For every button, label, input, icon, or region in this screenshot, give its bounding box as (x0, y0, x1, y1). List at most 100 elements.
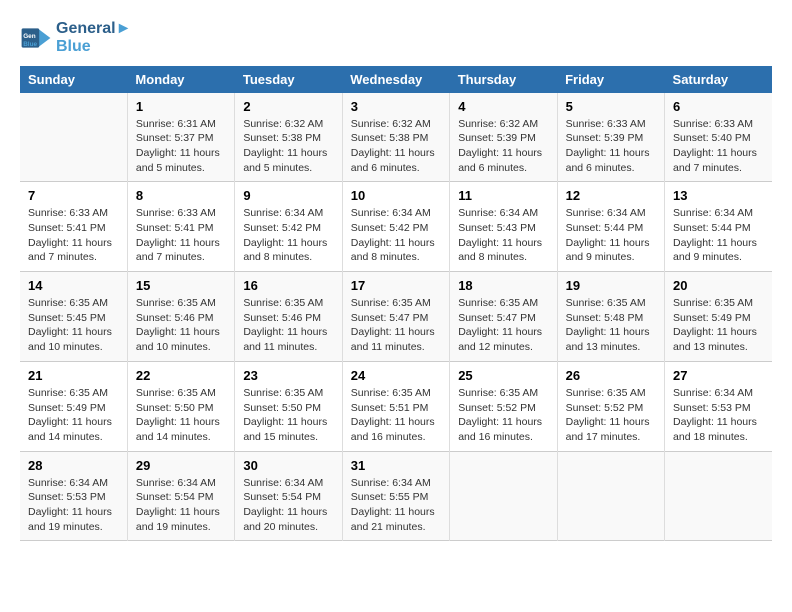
day-info: Sunrise: 6:33 AM Sunset: 5:41 PM Dayligh… (136, 206, 226, 265)
calendar-cell (450, 451, 557, 541)
day-number: 18 (458, 278, 548, 293)
day-number: 16 (243, 278, 333, 293)
week-row-2: 7 Sunrise: 6:33 AM Sunset: 5:41 PM Daylig… (20, 182, 772, 272)
logo-icon: Gen Blue (20, 22, 52, 54)
calendar-cell: 13 Sunrise: 6:34 AM Sunset: 5:44 PM Dayli… (665, 182, 772, 272)
calendar-cell: 12 Sunrise: 6:34 AM Sunset: 5:44 PM Dayli… (557, 182, 664, 272)
day-number: 10 (351, 188, 441, 203)
calendar-cell: 24Sunrise: 6:35 AM Sunset: 5:51 PM Dayli… (342, 361, 449, 451)
day-number: 14 (28, 278, 119, 293)
calendar-cell: 30 Sunrise: 6:34 AM Sunset: 5:54 PM Dayli… (235, 451, 342, 541)
day-number: 21 (28, 368, 119, 383)
day-number: 28 (28, 458, 119, 473)
calendar-cell: 17Sunrise: 6:35 AM Sunset: 5:47 PM Dayli… (342, 272, 449, 362)
day-number: 25 (458, 368, 548, 383)
day-number: 29 (136, 458, 226, 473)
weekday-header-monday: Monday (127, 66, 234, 93)
day-info: Sunrise: 6:34 AM Sunset: 5:42 PM Dayligh… (243, 206, 333, 265)
day-number: 17 (351, 278, 441, 293)
day-number: 2 (243, 99, 333, 114)
day-number: 19 (566, 278, 656, 293)
calendar-cell: 8 Sunrise: 6:33 AM Sunset: 5:41 PM Daylig… (127, 182, 234, 272)
calendar-cell (557, 451, 664, 541)
calendar-cell: 28 Sunrise: 6:34 AM Sunset: 5:53 PM Dayli… (20, 451, 127, 541)
day-number: 3 (351, 99, 441, 114)
calendar-cell: 1 Sunrise: 6:31 AM Sunset: 5:37 PM Daylig… (127, 93, 234, 182)
calendar-cell: 31 Sunrise: 6:34 AM Sunset: 5:55 PM Dayli… (342, 451, 449, 541)
calendar-cell: 23 Sunrise: 6:35 AM Sunset: 5:50 PM Dayli… (235, 361, 342, 451)
day-number: 11 (458, 188, 548, 203)
calendar-cell: 15 Sunrise: 6:35 AM Sunset: 5:46 PM Dayli… (127, 272, 234, 362)
week-row-5: 28 Sunrise: 6:34 AM Sunset: 5:53 PM Dayli… (20, 451, 772, 541)
day-info: Sunrise: 6:35 AM Sunset: 5:46 PM Dayligh… (136, 296, 226, 355)
calendar-cell: 14Sunrise: 6:35 AM Sunset: 5:45 PM Dayli… (20, 272, 127, 362)
calendar-table: SundayMondayTuesdayWednesdayThursdayFrid… (20, 66, 772, 542)
day-info: Sunrise: 6:34 AM Sunset: 5:54 PM Dayligh… (136, 476, 226, 535)
day-number: 6 (673, 99, 764, 114)
day-number: 26 (566, 368, 656, 383)
calendar-cell (665, 451, 772, 541)
day-info: Sunrise: 6:35 AM Sunset: 5:46 PM Dayligh… (243, 296, 333, 355)
logo-text: General► Blue (56, 20, 131, 56)
day-number: 8 (136, 188, 226, 203)
calendar-cell: 27 Sunrise: 6:34 AM Sunset: 5:53 PM Dayli… (665, 361, 772, 451)
week-row-4: 21Sunrise: 6:35 AM Sunset: 5:49 PM Dayli… (20, 361, 772, 451)
day-info: Sunrise: 6:32 AM Sunset: 5:38 PM Dayligh… (351, 117, 441, 176)
logo: Gen Blue General► Blue (20, 20, 131, 56)
day-number: 5 (566, 99, 656, 114)
calendar-cell: 4Sunrise: 6:32 AM Sunset: 5:39 PM Daylig… (450, 93, 557, 182)
day-info: Sunrise: 6:35 AM Sunset: 5:50 PM Dayligh… (136, 386, 226, 445)
weekday-header-thursday: Thursday (450, 66, 557, 93)
day-info: Sunrise: 6:35 AM Sunset: 5:49 PM Dayligh… (673, 296, 764, 355)
day-number: 1 (136, 99, 226, 114)
day-info: Sunrise: 6:34 AM Sunset: 5:55 PM Dayligh… (351, 476, 441, 535)
day-number: 31 (351, 458, 441, 473)
day-info: Sunrise: 6:33 AM Sunset: 5:39 PM Dayligh… (566, 117, 656, 176)
day-info: Sunrise: 6:35 AM Sunset: 5:47 PM Dayligh… (458, 296, 548, 355)
day-info: Sunrise: 6:35 AM Sunset: 5:50 PM Dayligh… (243, 386, 333, 445)
day-info: Sunrise: 6:34 AM Sunset: 5:44 PM Dayligh… (673, 206, 764, 265)
weekday-header-tuesday: Tuesday (235, 66, 342, 93)
day-number: 20 (673, 278, 764, 293)
day-number: 15 (136, 278, 226, 293)
day-number: 24 (351, 368, 441, 383)
calendar-cell: 7Sunrise: 6:33 AM Sunset: 5:41 PM Daylig… (20, 182, 127, 272)
day-info: Sunrise: 6:35 AM Sunset: 5:52 PM Dayligh… (566, 386, 656, 445)
day-info: Sunrise: 6:34 AM Sunset: 5:44 PM Dayligh… (566, 206, 656, 265)
day-info: Sunrise: 6:34 AM Sunset: 5:43 PM Dayligh… (458, 206, 548, 265)
day-number: 12 (566, 188, 656, 203)
day-info: Sunrise: 6:32 AM Sunset: 5:39 PM Dayligh… (458, 117, 548, 176)
calendar-cell: 20 Sunrise: 6:35 AM Sunset: 5:49 PM Dayli… (665, 272, 772, 362)
day-info: Sunrise: 6:35 AM Sunset: 5:52 PM Dayligh… (458, 386, 548, 445)
weekday-header-wednesday: Wednesday (342, 66, 449, 93)
calendar-cell: 10 Sunrise: 6:34 AM Sunset: 5:42 PM Dayli… (342, 182, 449, 272)
day-info: Sunrise: 6:34 AM Sunset: 5:54 PM Dayligh… (243, 476, 333, 535)
day-info: Sunrise: 6:34 AM Sunset: 5:53 PM Dayligh… (673, 386, 764, 445)
day-info: Sunrise: 6:35 AM Sunset: 5:48 PM Dayligh… (566, 296, 656, 355)
day-number: 9 (243, 188, 333, 203)
day-number: 30 (243, 458, 333, 473)
weekday-header-sunday: Sunday (20, 66, 127, 93)
calendar-cell: 6Sunrise: 6:33 AM Sunset: 5:40 PM Daylig… (665, 93, 772, 182)
weekday-header-saturday: Saturday (665, 66, 772, 93)
day-info: Sunrise: 6:32 AM Sunset: 5:38 PM Dayligh… (243, 117, 333, 176)
day-number: 7 (28, 188, 119, 203)
calendar-cell: 9 Sunrise: 6:34 AM Sunset: 5:42 PM Daylig… (235, 182, 342, 272)
day-number: 23 (243, 368, 333, 383)
day-info: Sunrise: 6:34 AM Sunset: 5:42 PM Dayligh… (351, 206, 441, 265)
calendar-cell: 16 Sunrise: 6:35 AM Sunset: 5:46 PM Dayli… (235, 272, 342, 362)
header: Gen Blue General► Blue (20, 20, 772, 56)
day-number: 27 (673, 368, 764, 383)
day-info: Sunrise: 6:34 AM Sunset: 5:53 PM Dayligh… (28, 476, 119, 535)
day-number: 13 (673, 188, 764, 203)
weekday-header-row: SundayMondayTuesdayWednesdayThursdayFrid… (20, 66, 772, 93)
week-row-1: 1 Sunrise: 6:31 AM Sunset: 5:37 PM Daylig… (20, 93, 772, 182)
calendar-cell: 5 Sunrise: 6:33 AM Sunset: 5:39 PM Daylig… (557, 93, 664, 182)
svg-text:Gen: Gen (23, 33, 36, 40)
day-info: Sunrise: 6:31 AM Sunset: 5:37 PM Dayligh… (136, 117, 226, 176)
week-row-3: 14Sunrise: 6:35 AM Sunset: 5:45 PM Dayli… (20, 272, 772, 362)
calendar-cell: 26 Sunrise: 6:35 AM Sunset: 5:52 PM Dayli… (557, 361, 664, 451)
calendar-cell: 22 Sunrise: 6:35 AM Sunset: 5:50 PM Dayli… (127, 361, 234, 451)
calendar-cell: 29 Sunrise: 6:34 AM Sunset: 5:54 PM Dayli… (127, 451, 234, 541)
day-number: 22 (136, 368, 226, 383)
